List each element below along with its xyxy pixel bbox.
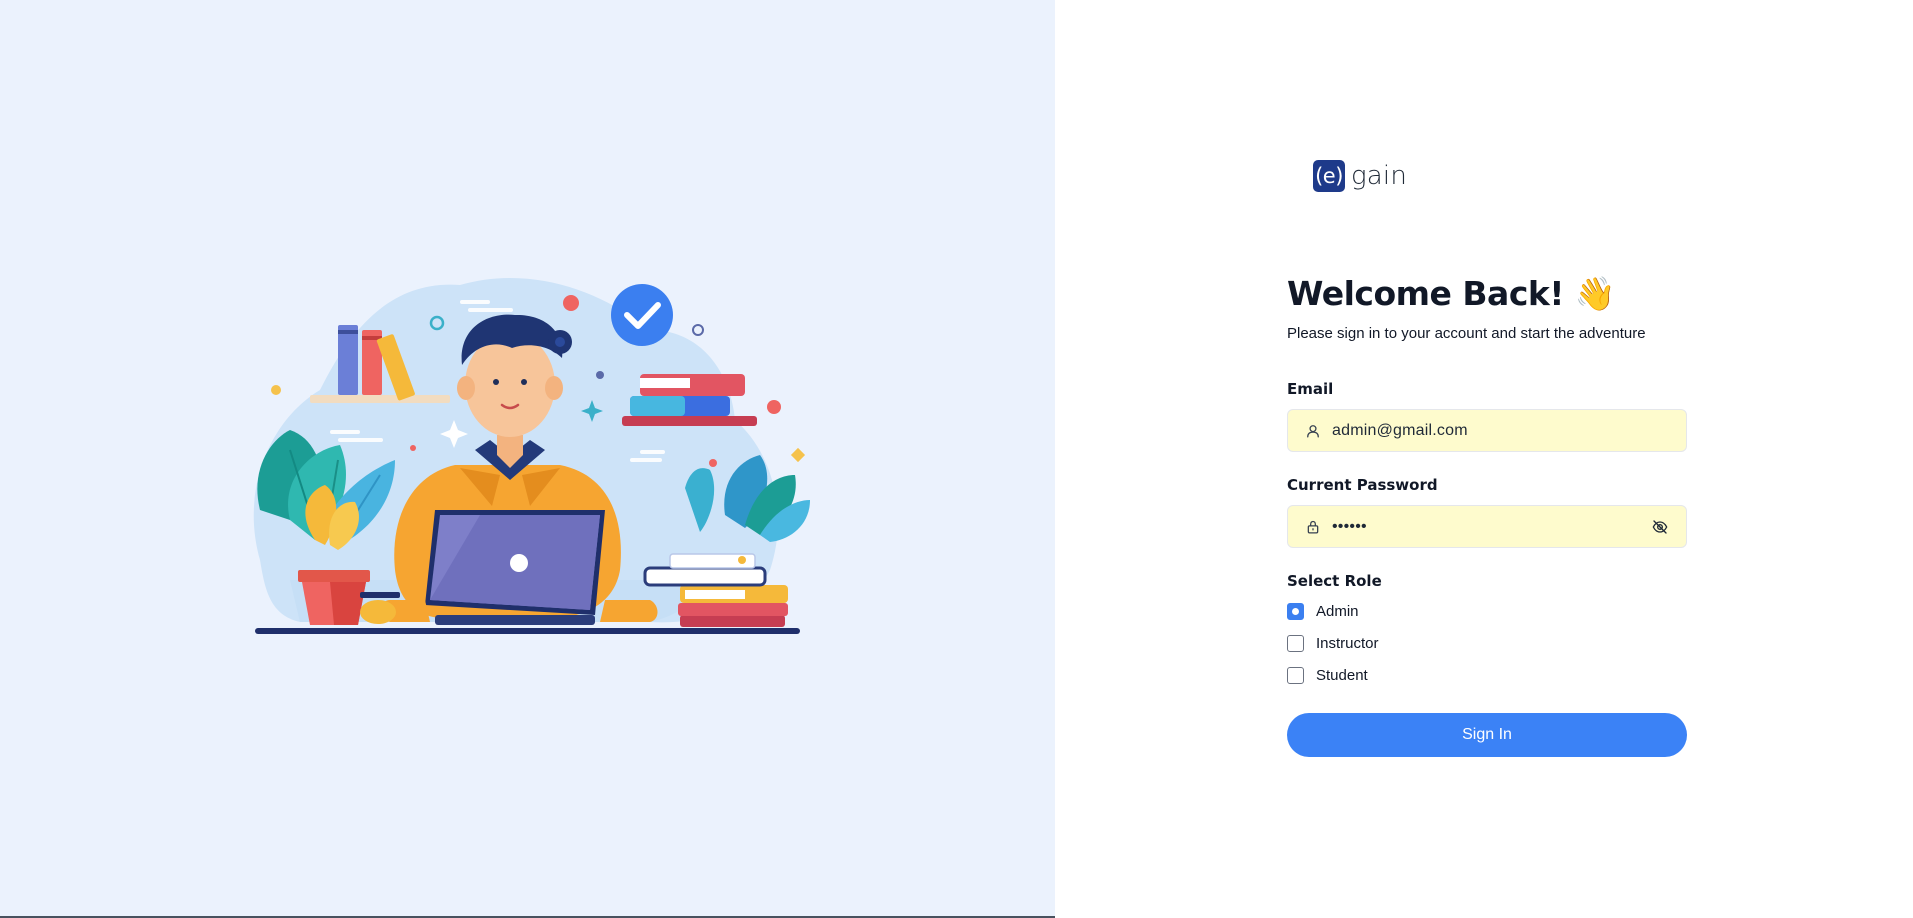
role-option-label: Admin	[1316, 603, 1359, 620]
login-panel	[1055, 0, 1913, 918]
role-option-instructor[interactable]: Instructor	[1287, 635, 1379, 652]
email-field[interactable]: admin@gmail.com	[1287, 409, 1687, 452]
role-option-student[interactable]: Student	[1287, 667, 1368, 684]
page-title: Welcome Back! 👋	[1287, 270, 1687, 318]
wave-hand-icon: 👋	[1574, 274, 1616, 313]
lock-icon	[1304, 518, 1322, 536]
password-value[interactable]: ••••••	[1332, 518, 1650, 536]
brand-logo: (e) gain	[1313, 160, 1407, 192]
instructor-checkbox[interactable]	[1287, 635, 1304, 652]
student-checkbox[interactable]	[1287, 667, 1304, 684]
email-value[interactable]: admin@gmail.com	[1332, 422, 1670, 440]
login-form: Welcome Back! 👋 Please sign in to your a…	[1287, 270, 1687, 757]
password-label: Current Password	[1287, 476, 1438, 494]
student-laptop-illustration	[253, 277, 810, 634]
logo-text: gain	[1351, 161, 1408, 191]
eye-off-icon[interactable]	[1650, 517, 1670, 537]
password-field[interactable]: ••••••	[1287, 505, 1687, 548]
title-text: Welcome Back!	[1287, 274, 1564, 313]
logo-mark: (e)	[1313, 160, 1345, 192]
page-subtitle: Please sign in to your account and start…	[1287, 325, 1646, 342]
email-label: Email	[1287, 380, 1334, 398]
role-option-label: Student	[1316, 667, 1368, 684]
role-option-admin[interactable]: Admin	[1287, 603, 1359, 620]
user-icon	[1304, 422, 1322, 440]
role-option-label: Instructor	[1316, 635, 1379, 652]
role-label: Select Role	[1287, 572, 1382, 590]
illustration-panel	[0, 0, 1055, 918]
admin-checkbox[interactable]	[1287, 603, 1304, 620]
sign-in-button[interactable]: Sign In	[1287, 713, 1687, 757]
